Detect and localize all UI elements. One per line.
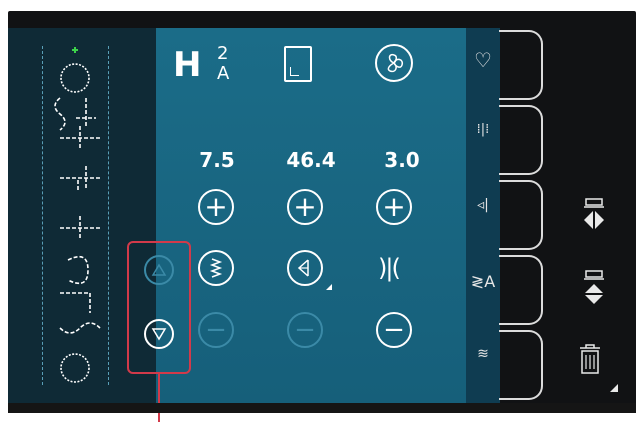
tab-sequence[interactable] [499,330,543,400]
tab-tension[interactable] [499,180,543,250]
sequence-icon: ≋ [477,346,489,362]
width-value: 7.5 [199,148,235,172]
stitch-options-icon: ⁞|⁞ [476,122,490,137]
more-options-corner-icon [610,384,618,392]
tab-stitch-options[interactable] [499,105,543,175]
highlight-box [127,241,191,374]
length-decrease-button[interactable]: − [287,312,323,348]
presser-foot-h-icon[interactable]: H 2 A [173,43,229,85]
length-value: 46.4 [286,148,336,172]
mirror-side-to-side-icon[interactable] [582,197,606,239]
stitch-width-icon[interactable] [198,250,234,286]
stitch-plate-icon[interactable] [284,46,312,82]
more-options-corner-icon [326,284,332,290]
balance-icon[interactable]: )|( [378,254,401,282]
length-increase-button[interactable]: + [287,189,323,225]
tab-font[interactable] [499,255,543,325]
stitch-positioning-icon[interactable] [287,250,323,286]
fan-stitch-icon[interactable] [375,44,413,82]
plus-icon: + [293,190,317,223]
minus-icon: − [205,315,227,345]
favorites-heart-icon: ♡ [474,48,492,72]
minus-icon: − [383,315,405,345]
plus-icon: + [204,190,228,223]
tab-favorites[interactable] [499,30,543,100]
minus-icon: − [294,315,316,345]
density-decrease-button[interactable]: − [376,312,412,348]
width-decrease-button[interactable]: − [198,312,234,348]
delete-trash-icon[interactable] [576,342,604,380]
density-increase-button[interactable]: + [376,189,412,225]
mirror-end-to-end-icon[interactable] [582,269,606,315]
plus-icon: + [382,190,406,223]
bottom-bar [8,403,636,413]
width-increase-button[interactable]: + [198,189,234,225]
density-value: 3.0 [384,148,420,172]
tension-icon: ◃| [477,197,489,213]
callout-line [158,374,160,422]
font-icon: ≷A [470,272,496,291]
